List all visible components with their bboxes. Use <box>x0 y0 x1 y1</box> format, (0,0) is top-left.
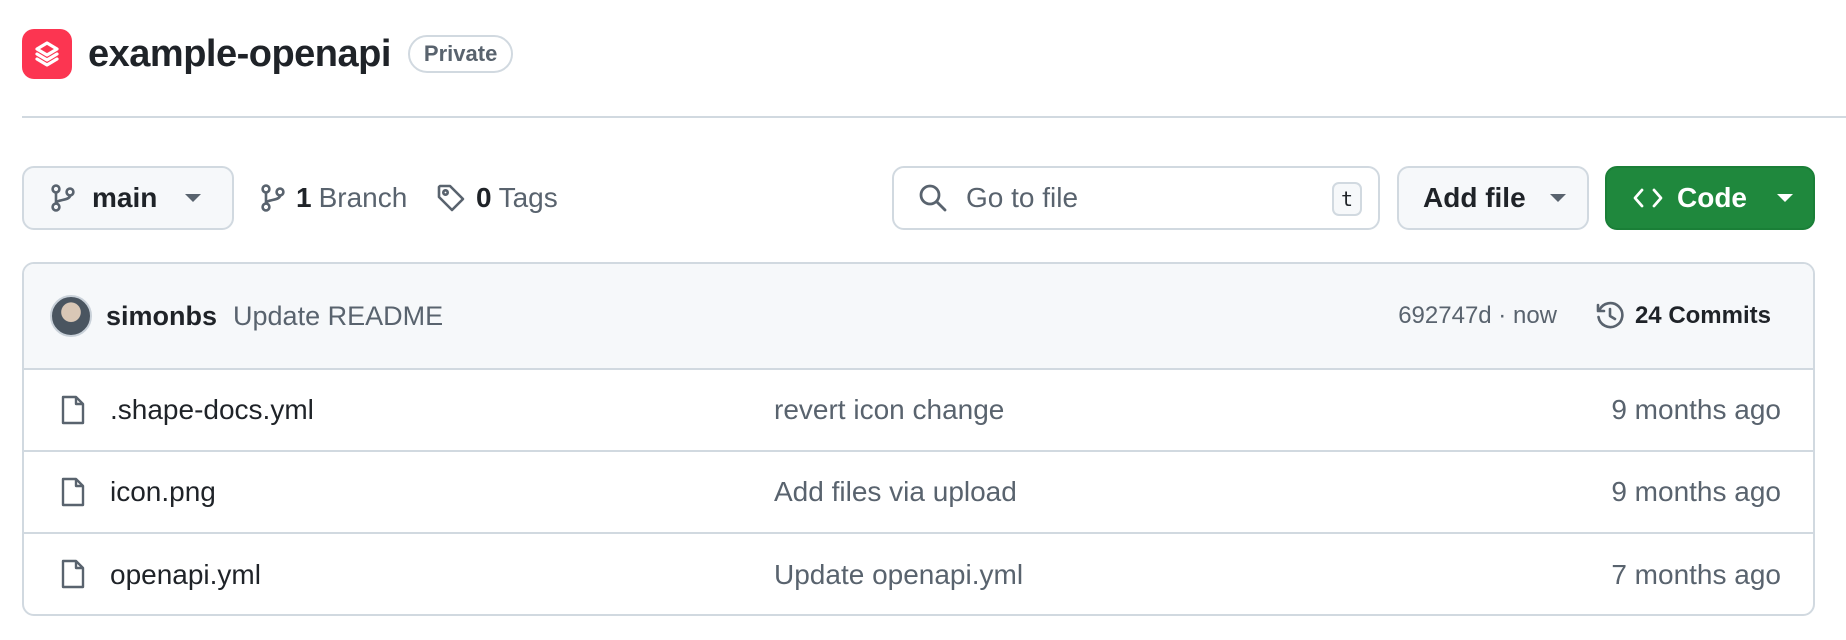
tag-icon <box>437 184 465 212</box>
add-file-label: Add file <box>1423 182 1526 213</box>
go-to-file-search[interactable]: t <box>892 166 1380 230</box>
chevron-down-icon <box>1777 194 1793 202</box>
file-commit-message[interactable]: Update openapi.yml <box>774 559 1023 591</box>
commit-message[interactable]: Update README <box>233 301 443 332</box>
code-icon <box>1633 188 1663 208</box>
file-name[interactable]: icon.png <box>110 476 216 508</box>
branch-name: main <box>92 182 158 213</box>
table-row[interactable]: icon.png Add files via upload 9 months a… <box>24 452 1813 534</box>
git-branch-icon <box>261 184 285 212</box>
commits-count-label: 24 Commits <box>1634 302 1771 329</box>
history-icon <box>1596 301 1624 329</box>
file-name[interactable]: openapi.yml <box>110 559 261 591</box>
branch-select-button[interactable]: main <box>22 166 234 230</box>
file-name[interactable]: .shape-docs.yml <box>110 394 314 426</box>
go-to-file-input[interactable] <box>966 182 1306 214</box>
file-table: simonbs Update README 692747d · now 24 C… <box>22 262 1815 616</box>
git-branch-icon <box>51 184 75 212</box>
file-commit-message[interactable]: revert icon change <box>774 394 1004 426</box>
repo-logo-icon[interactable] <box>22 29 72 79</box>
code-button[interactable]: Code <box>1605 166 1815 230</box>
avatar[interactable] <box>50 295 92 337</box>
repo-name[interactable]: example-openapi <box>88 33 391 76</box>
file-date: 9 months ago <box>1611 476 1781 507</box>
search-icon <box>919 184 947 212</box>
branches-count: 1 <box>296 182 312 213</box>
table-row[interactable]: .shape-docs.yml revert icon change 9 mon… <box>24 370 1813 452</box>
add-file-button[interactable]: Add file <box>1397 166 1589 230</box>
chevron-down-icon <box>1549 194 1566 202</box>
commit-hash-time[interactable]: 692747d · now <box>1398 302 1557 330</box>
file-icon <box>61 477 85 507</box>
table-row[interactable]: openapi.yml Update openapi.yml 7 months … <box>24 534 1813 614</box>
keyboard-shortcut-hint: t <box>1332 182 1362 216</box>
file-commit-message[interactable]: Add files via upload <box>774 476 1017 508</box>
latest-commit-bar: simonbs Update README 692747d · now 24 C… <box>24 264 1813 370</box>
chevron-down-icon <box>185 194 202 202</box>
repo-header: example-openapi Private <box>22 28 514 80</box>
file-date: 7 months ago <box>1611 559 1781 590</box>
tags-label: Tags <box>498 182 558 213</box>
tags-count: 0 <box>476 182 492 213</box>
tags-link[interactable]: 0 Tags <box>436 166 558 230</box>
branches-link[interactable]: 1 Branch <box>260 166 407 230</box>
header-divider <box>22 116 1846 118</box>
commits-link[interactable]: 24 Commits <box>1595 301 1771 331</box>
file-icon <box>61 559 85 589</box>
code-label: Code <box>1677 182 1747 213</box>
commit-author[interactable]: simonbs <box>106 301 217 332</box>
branches-label: Branch <box>318 182 408 213</box>
visibility-badge: Private <box>407 35 514 73</box>
file-icon <box>61 395 85 425</box>
file-date: 9 months ago <box>1611 394 1781 425</box>
